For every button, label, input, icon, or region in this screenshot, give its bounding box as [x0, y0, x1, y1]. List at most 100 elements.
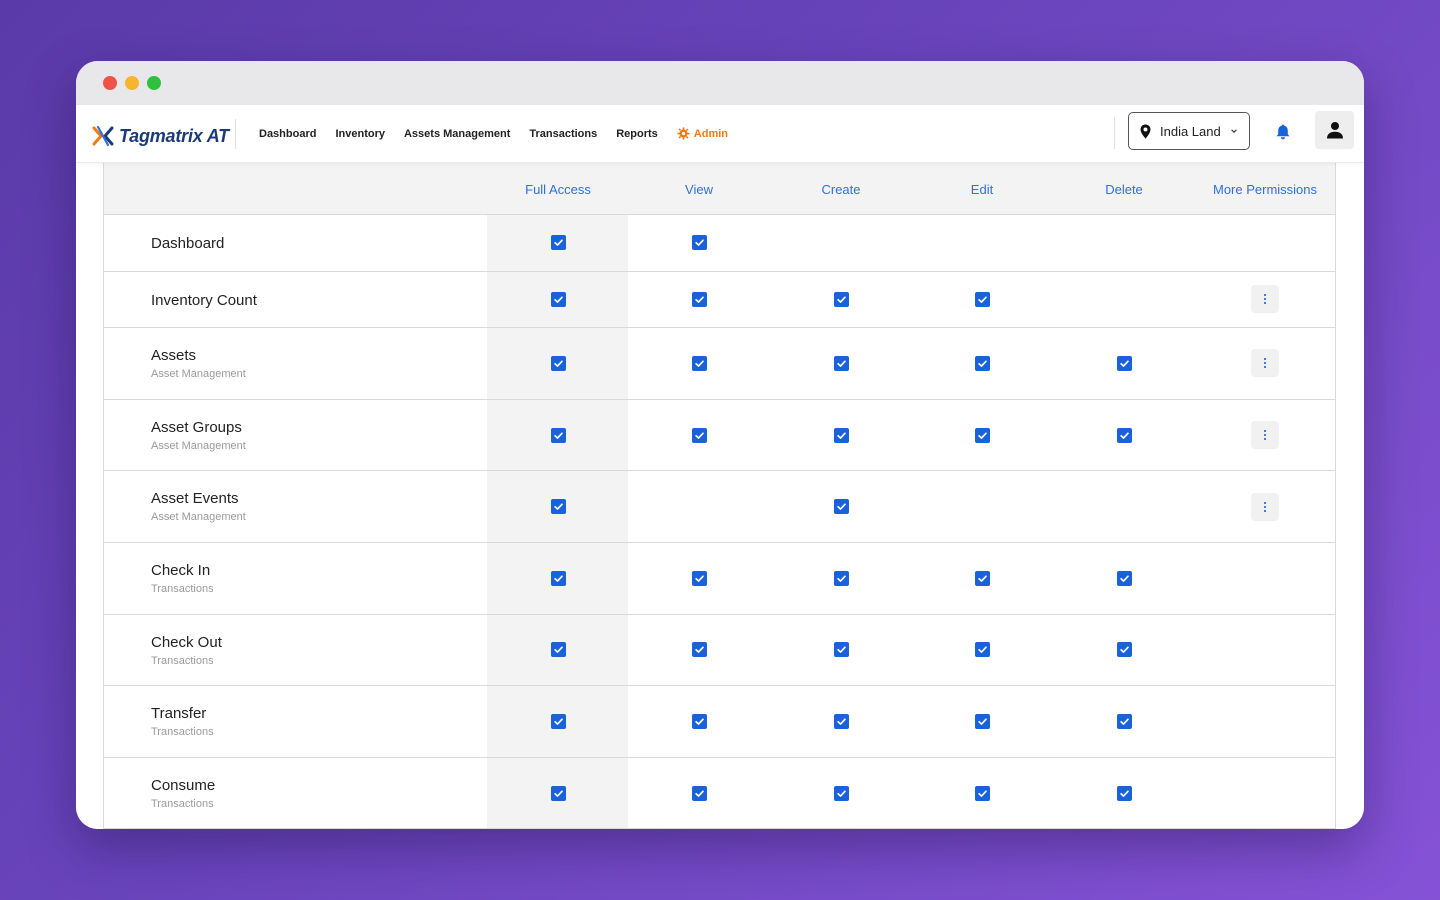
nav-inventory[interactable]: Inventory [335, 128, 385, 140]
permission-cell [1053, 328, 1195, 399]
permission-checkbox[interactable] [691, 642, 707, 658]
permission-cell [487, 543, 629, 614]
check-icon [694, 296, 704, 303]
check-icon [553, 646, 563, 654]
permission-checkbox[interactable] [833, 642, 849, 658]
permission-checkbox[interactable] [974, 642, 990, 658]
more-permissions-cell [1194, 328, 1336, 399]
location-select[interactable]: India Land [1128, 112, 1250, 150]
permission-checkbox[interactable] [833, 713, 849, 729]
permission-checkbox[interactable] [974, 291, 990, 307]
permission-cell [911, 328, 1053, 399]
permission-checkbox[interactable] [974, 785, 990, 801]
permission-checkbox[interactable] [1116, 427, 1132, 443]
permission-checkbox[interactable] [691, 235, 707, 251]
permission-checkbox[interactable] [550, 713, 566, 729]
row-subtitle: Transactions [151, 797, 214, 810]
permission-checkbox[interactable] [833, 291, 849, 307]
row-subtitle: Transactions [151, 726, 214, 739]
gear-icon [677, 127, 690, 140]
permission-cell [628, 400, 770, 471]
permissions-table: Full Access View Create Edit Delete More… [103, 163, 1336, 829]
permission-checkbox[interactable] [691, 355, 707, 371]
nav-transactions[interactable]: Transactions [529, 128, 597, 140]
table-body: Dashboard Inventory Count Assets Asset Mana… [104, 215, 1335, 829]
permission-checkbox[interactable] [550, 570, 566, 586]
permission-checkbox[interactable] [550, 235, 566, 251]
permission-cell [487, 215, 629, 271]
row-title: Check Out [151, 633, 222, 651]
permission-checkbox[interactable] [974, 427, 990, 443]
permission-cell [1053, 686, 1195, 757]
permission-cell [487, 328, 629, 399]
check-icon [694, 790, 704, 797]
permission-checkbox[interactable] [550, 499, 566, 515]
row-title: Transfer [151, 705, 207, 723]
table-row: Check Out Transactions [104, 614, 1335, 687]
permission-cell [911, 272, 1053, 328]
permission-checkbox[interactable] [974, 570, 990, 586]
permission-checkbox[interactable] [1116, 570, 1132, 586]
permission-checkbox[interactable] [1116, 642, 1132, 658]
permission-checkbox[interactable] [974, 355, 990, 371]
nav-reports[interactable]: Reports [616, 128, 658, 140]
permission-checkbox[interactable] [974, 713, 990, 729]
table-row: Dashboard [104, 215, 1335, 272]
app-name: Tagmatrix AT [119, 125, 229, 146]
permission-checkbox[interactable] [691, 291, 707, 307]
more-permissions-button[interactable] [1251, 421, 1279, 450]
permission-checkbox[interactable] [833, 785, 849, 801]
permission-checkbox[interactable] [550, 355, 566, 371]
permission-checkbox[interactable] [550, 785, 566, 801]
check-icon [1119, 575, 1129, 582]
notification-bell-icon[interactable] [1274, 123, 1292, 141]
permission-checkbox[interactable] [691, 713, 707, 729]
permission-checkbox[interactable] [691, 570, 707, 586]
minimize-window-button[interactable] [125, 76, 139, 90]
permission-checkbox[interactable] [1116, 713, 1132, 729]
kebab-menu-icon [1263, 294, 1267, 305]
permission-checkbox[interactable] [833, 427, 849, 443]
row-label: Asset Groups Asset Management [151, 419, 246, 452]
kebab-menu-icon [1263, 429, 1267, 441]
check-icon [694, 575, 704, 582]
nav-assets-management[interactable]: Assets Management [404, 128, 510, 140]
permission-checkbox[interactable] [1116, 785, 1132, 801]
permission-checkbox[interactable] [550, 291, 566, 307]
permission-checkbox[interactable] [691, 785, 707, 801]
table-row: Asset Events Asset Management [104, 471, 1335, 543]
nav-admin[interactable]: Admin [677, 127, 728, 140]
check-icon [694, 432, 704, 439]
user-menu-button[interactable] [1315, 111, 1354, 149]
maximize-window-button[interactable] [147, 76, 161, 90]
permission-checkbox[interactable] [833, 499, 849, 515]
permission-cell [770, 543, 912, 614]
permission-cell [770, 471, 912, 542]
more-permissions-cell [1194, 471, 1336, 542]
nav-dashboard[interactable]: Dashboard [259, 128, 316, 140]
permission-checkbox[interactable] [833, 570, 849, 586]
permission-cell [628, 758, 770, 829]
check-icon [977, 296, 987, 303]
permission-checkbox[interactable] [1116, 355, 1132, 371]
permission-checkbox[interactable] [550, 642, 566, 658]
table-row: Asset Groups Asset Management [104, 399, 1335, 472]
browser-window: Tagmatrix AT Dashboard Inventory Assets … [76, 61, 1364, 829]
more-permissions-button[interactable] [1251, 349, 1279, 378]
close-window-button[interactable] [103, 76, 117, 90]
more-permissions-button[interactable] [1251, 285, 1279, 314]
check-icon [553, 790, 563, 797]
check-icon [1119, 646, 1129, 654]
permission-checkbox[interactable] [833, 355, 849, 371]
kebab-menu-icon [1263, 501, 1267, 512]
user-icon [1326, 122, 1343, 139]
permission-checkbox[interactable] [691, 427, 707, 443]
check-icon [553, 360, 563, 367]
permission-cell [770, 686, 912, 757]
row-subtitle: Asset Management [151, 439, 246, 452]
check-icon [977, 646, 987, 654]
more-permissions-button[interactable] [1251, 492, 1279, 521]
permission-checkbox[interactable] [550, 427, 566, 443]
app-logo[interactable]: Tagmatrix AT [91, 123, 229, 149]
check-icon [553, 575, 563, 582]
